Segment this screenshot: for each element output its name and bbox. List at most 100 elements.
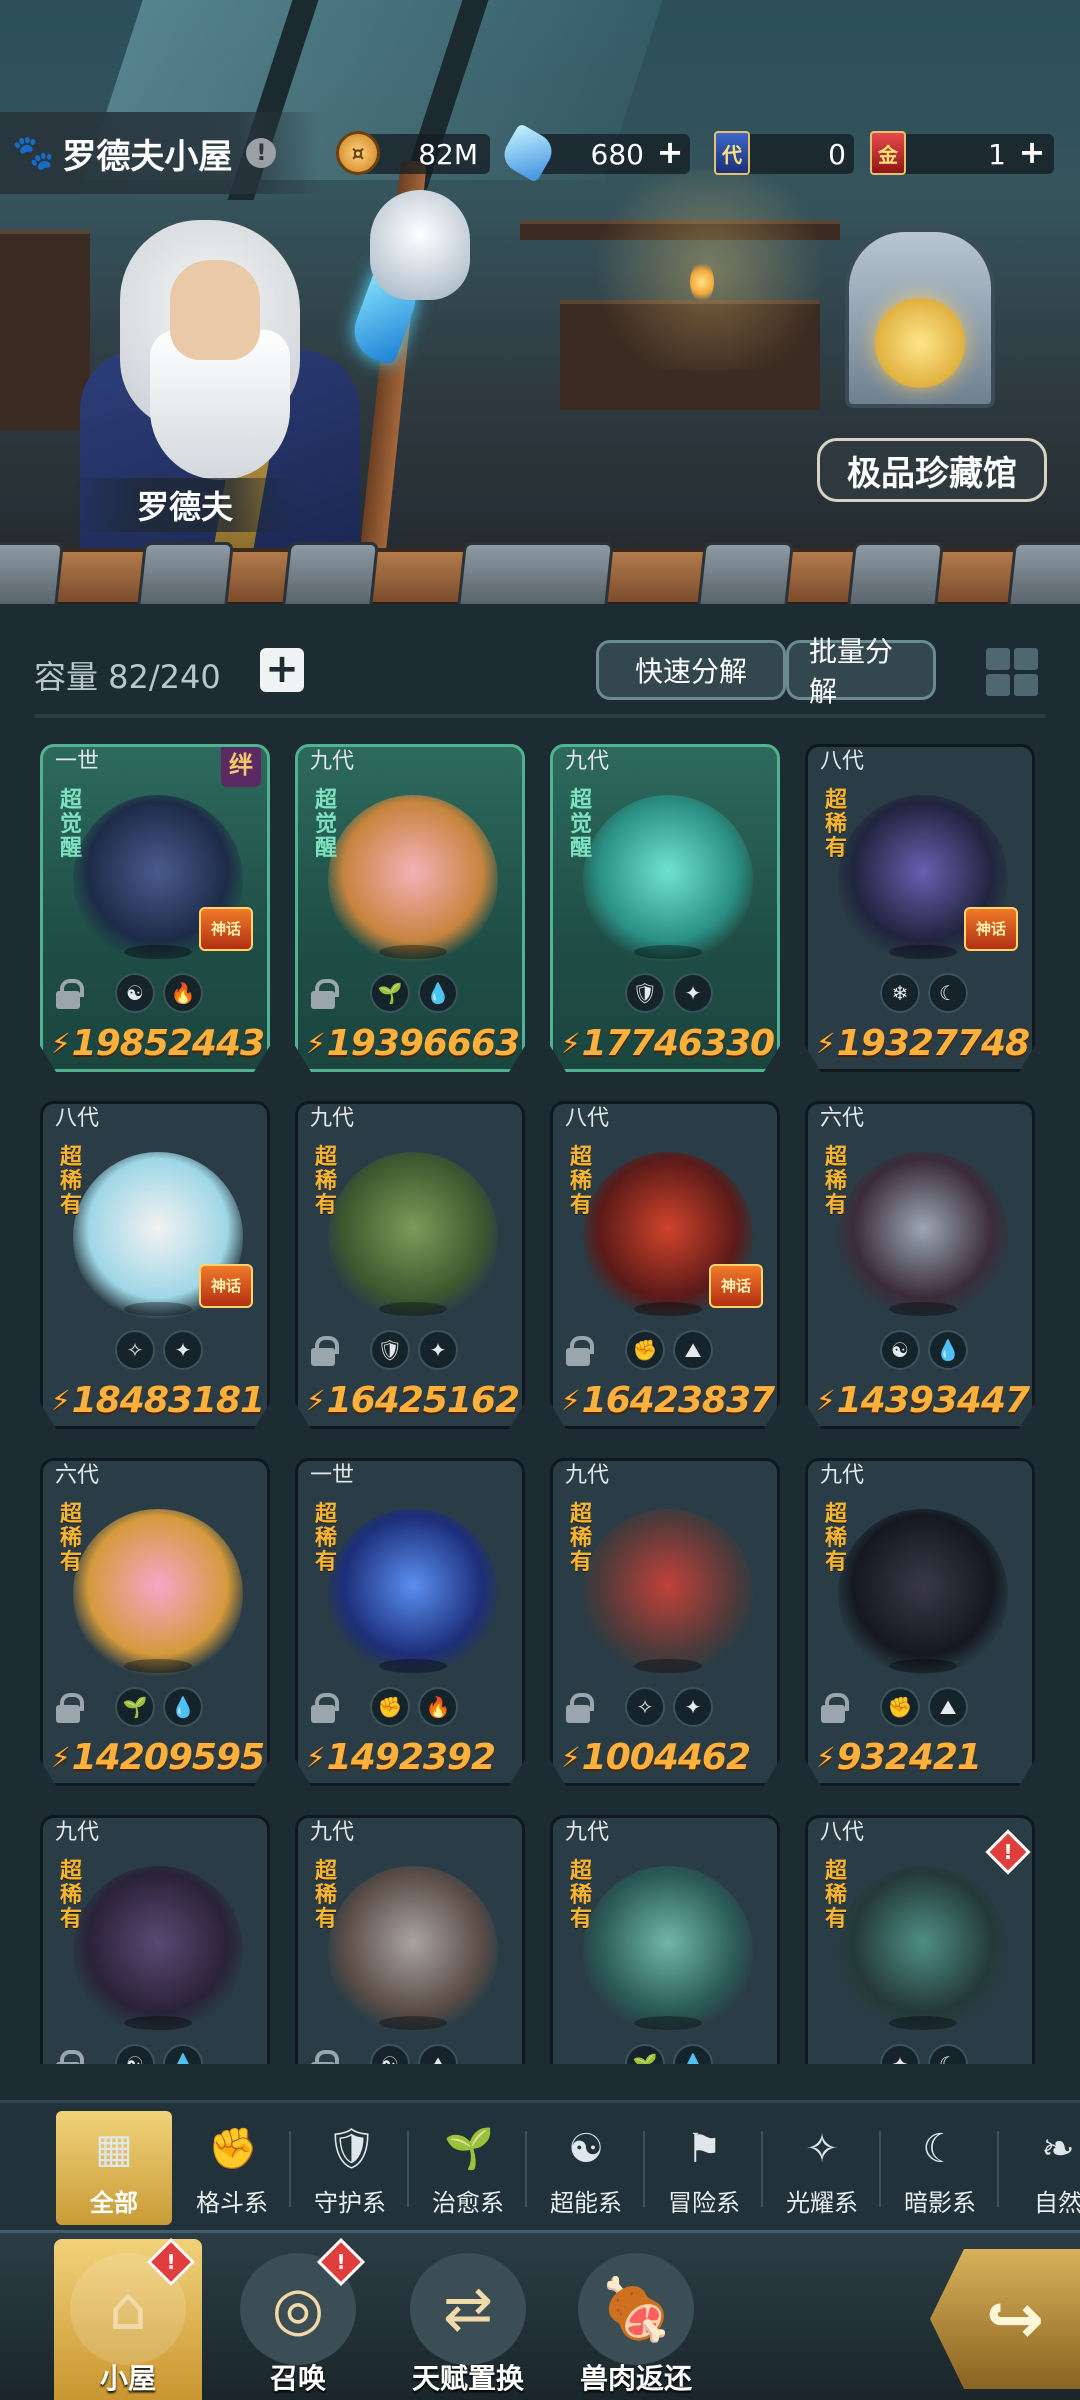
gold-value: 82M: [418, 138, 478, 171]
combat-power: ⚡ 14209595: [51, 1737, 265, 1778]
inventory-panel: 容量 82/240 + 快速分解 批量分解 一世 超觉醒绊神话 ☯ 🔥 ⚡ 1985244…: [0, 604, 1080, 2104]
filter-tab[interactable]: ⚑ 冒险系: [646, 2111, 763, 2225]
cabin-title-text: 罗德夫小屋: [62, 136, 233, 177]
owl-companion: [370, 190, 470, 300]
filter-tab[interactable]: 🌱 治愈系: [410, 2111, 527, 2225]
filter-separator: [997, 2131, 999, 2207]
generation-label: 八代: [820, 749, 865, 774]
myth-badge: 神话: [199, 907, 253, 951]
filter-tab[interactable]: ☯ 超能系: [528, 2111, 645, 2225]
filter-tab[interactable]: ✊ 格斗系: [174, 2111, 291, 2225]
pet-portrait: [328, 1866, 498, 2036]
generation-label: 九代: [565, 749, 610, 774]
gold-card-add-button[interactable]: +: [1016, 136, 1048, 169]
lock-icon[interactable]: [818, 1693, 849, 1723]
nav-item-label: 天赋置换: [411, 2362, 524, 2395]
pet-portrait: [583, 795, 753, 965]
lock-icon[interactable]: [563, 1336, 594, 1366]
top-resource-bar: 🐾 罗德夫小屋 ! ¤ 82M 680 + 代 0 金 1 +: [0, 112, 1080, 194]
nav-item-label: 兽肉返还: [579, 2362, 692, 2395]
rarity-label: 超稀有: [824, 1502, 847, 1575]
combat-power-value: 17746330: [581, 1023, 775, 1064]
pet-card[interactable]: 九代 超觉醒 🌱 💧 ⚡ 19396663: [295, 744, 525, 1072]
element-type-icon: ✦: [880, 2044, 920, 2064]
pet-card[interactable]: 八代 超稀有 神话 ✊ ⛰ ⚡ 16423837: [550, 1101, 780, 1429]
expand-capacity-button[interactable]: +: [260, 648, 304, 692]
generation-label: 八代: [55, 1106, 100, 1131]
pet-card[interactable]: 八代 超稀有! ✦ ☾: [805, 1815, 1035, 2064]
lock-icon[interactable]: [53, 979, 84, 1009]
rarity-label: 超稀有: [824, 1859, 847, 1932]
pet-card[interactable]: 一世 超觉醒 绊神话 ☯ 🔥 ⚡ 19852443: [40, 744, 270, 1072]
pet-card[interactable]: 六代 超稀有 🌱 💧 ⚡ 14209595: [40, 1458, 270, 1786]
pet-card[interactable]: 六代 超稀有 ☯ 💧 ⚡ 14393447: [805, 1101, 1035, 1429]
pet-card[interactable]: 九代 超稀有 ✧ ✦ ⚡ 1004462: [550, 1458, 780, 1786]
gem-add-button[interactable]: +: [654, 136, 686, 169]
combat-power-value: 1492392: [326, 1737, 496, 1778]
nav-item[interactable]: ⌂ 小屋!: [54, 2237, 202, 2400]
filter-tab[interactable]: ❧ 自然: [1000, 2111, 1080, 2225]
lock-icon[interactable]: [53, 1693, 84, 1723]
lock-icon[interactable]: [308, 2050, 339, 2064]
bottom-navigation: ↪ ⌂ 小屋! ◎ 召唤! ⇄ 天赋置换 🍖 兽肉返还: [0, 2230, 1080, 2400]
power-icon: ⚡: [306, 1741, 326, 1774]
pet-portrait: [73, 1509, 243, 1679]
power-icon: ⚡: [561, 1384, 581, 1417]
nav-item[interactable]: 🍖 兽肉返还: [562, 2239, 710, 2400]
pet-portrait: [73, 1866, 243, 2036]
generation-label: 九代: [820, 1463, 865, 1488]
pet-card-grid: 一世 超觉醒绊神话 ☯ 🔥 ⚡ 19852443 九代 超觉醒 🌱 💧 ⚡ 19396663 九代 超觉醒…: [40, 744, 1052, 2064]
gen-card-value: 0: [828, 138, 846, 171]
rarity-label: 超稀有: [569, 1502, 592, 1575]
pet-card[interactable]: 九代 超稀有 🌱 💧: [550, 1815, 780, 2064]
share-arrow-icon[interactable]: ↪: [930, 2249, 1080, 2389]
collection-hall-throne[interactable]: [815, 228, 1025, 448]
element-type-icon: 🛡: [625, 973, 665, 1013]
collection-hall-button[interactable]: 极品珍藏馆: [817, 438, 1047, 502]
rarity-label: 超稀有: [314, 1502, 337, 1575]
element-type-icon: 🌱: [370, 973, 410, 1013]
cabin-scene: 罗德夫 极品珍藏馆: [0, 0, 1080, 560]
filter-tab[interactable]: ✧ 光耀系: [764, 2111, 881, 2225]
lock-icon[interactable]: [53, 2050, 84, 2064]
lock-icon[interactable]: [308, 979, 339, 1009]
combat-power-value: 16423837: [581, 1380, 775, 1421]
nature-icon: ❧: [1041, 2126, 1075, 2172]
pet-card[interactable]: 九代 超稀有 🛡 ✦ ⚡ 16425162: [295, 1101, 525, 1429]
nav-item[interactable]: ⇄ 天赋置换: [394, 2239, 542, 2400]
pet-card[interactable]: 九代 超稀有 ☯ 💧: [40, 1815, 270, 2064]
batch-decompose-button[interactable]: 批量分解: [786, 635, 936, 708]
pet-card[interactable]: 九代 超觉醒 🛡 ✦ ⚡ 17746330: [550, 744, 780, 1072]
alert-badge-text: !: [166, 2250, 176, 2274]
rarity-label: 超觉醒: [314, 788, 337, 861]
pet-card[interactable]: 八代 超稀有 神话 ✧ ✦ ⚡ 18483181: [40, 1101, 270, 1429]
generation-label: 六代: [55, 1463, 100, 1488]
grid-view-toggle-icon[interactable]: [982, 644, 1042, 700]
pet-card[interactable]: 八代 超稀有 神话 ❄ ☾ ⚡ 19327748: [805, 744, 1035, 1072]
power-icon: ⚡: [306, 1384, 326, 1417]
filter-separator: [525, 2131, 527, 2207]
lock-icon[interactable]: [308, 1336, 339, 1366]
combat-power-value: 14393447: [836, 1380, 1030, 1421]
quick-decompose-button[interactable]: 快速分解: [596, 640, 786, 700]
lock-icon[interactable]: [308, 1693, 339, 1723]
element-type-icon: ✊: [625, 1330, 665, 1370]
element-type-icon: ✦: [163, 1330, 203, 1370]
filter-tab[interactable]: ▦ 全部: [56, 2111, 172, 2225]
rarity-label: 超稀有: [824, 1145, 847, 1218]
filter-tab[interactable]: ☾ 暗影系: [882, 2111, 999, 2225]
element-type-icon: 🔥: [163, 973, 203, 1013]
pet-card[interactable]: 九代 超稀有 ✊ ⛰ ⚡ 932421: [805, 1458, 1035, 1786]
element-type-icon: ☯: [880, 1330, 920, 1370]
pet-card[interactable]: 一世 超稀有 ✊ 🔥 ⚡ 1492392: [295, 1458, 525, 1786]
generation-label: 九代: [55, 1820, 100, 1845]
lock-icon[interactable]: [563, 1693, 594, 1723]
info-icon[interactable]: !: [246, 138, 277, 168]
pet-card[interactable]: 九代 超稀有 ☯ ⛰: [295, 1815, 525, 2064]
nav-item[interactable]: ◎ 召唤!: [224, 2237, 372, 2400]
filter-tab[interactable]: 🛡 守护系: [292, 2111, 409, 2225]
pet-portrait: [583, 1866, 753, 2036]
paw-icon: 🐾: [12, 133, 55, 173]
filter-separator: [761, 2131, 763, 2207]
element-filter-bar: ▦ 全部 ✊ 格斗系 🛡 守护系 🌱 治愈系 ☯ 超能系 ⚑ 冒险系 ✧ 光耀系 ☾ 暗影系 ❧ 自然: [0, 2100, 1080, 2230]
